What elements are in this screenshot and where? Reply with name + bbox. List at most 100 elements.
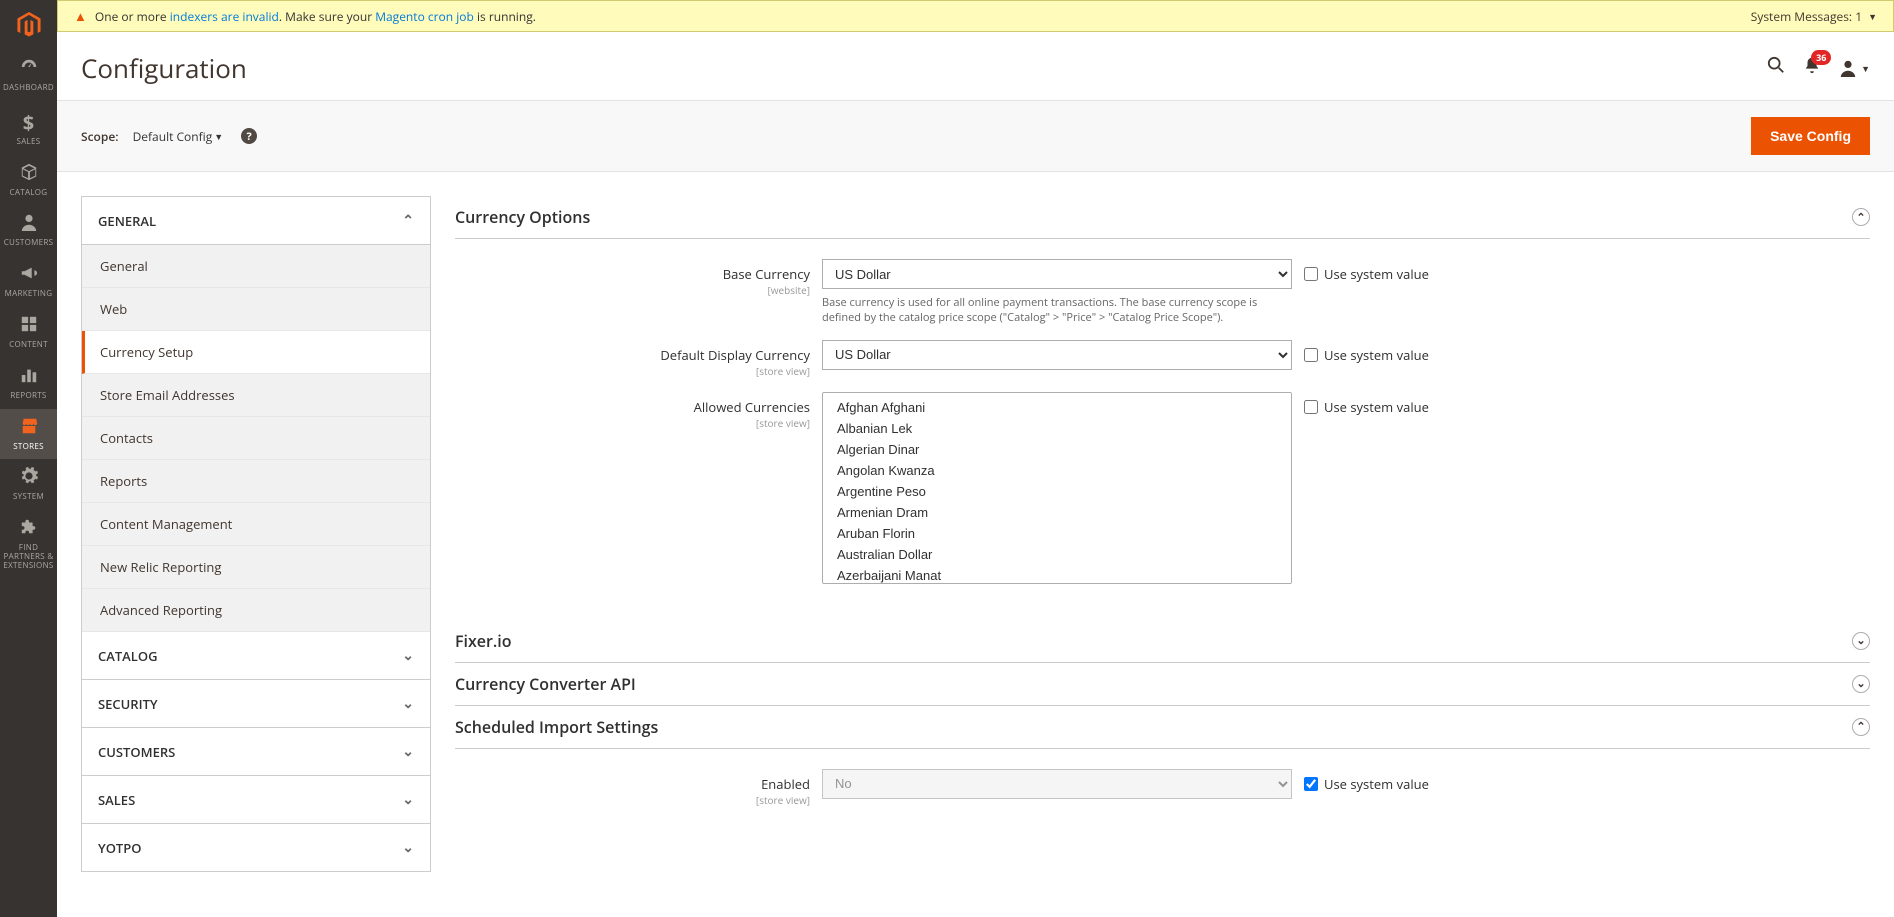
- group-currency-options-header[interactable]: Currency Options ⌃: [455, 196, 1870, 239]
- currency-option[interactable]: Australian Dollar: [823, 544, 1291, 565]
- nav-item-dashboard[interactable]: DASHBOARD: [0, 50, 57, 101]
- config-tab-currency-setup[interactable]: Currency Setup: [82, 331, 430, 374]
- use-system-checkbox-base[interactable]: [1304, 267, 1318, 281]
- scope-selector[interactable]: Default Config ▼: [133, 128, 224, 145]
- nav-item-marketing[interactable]: MARKETING: [0, 256, 57, 307]
- use-system-label: Use system value: [1324, 265, 1429, 283]
- nav-label: CONTENT: [2, 341, 55, 350]
- nav-label: FIND PARTNERS & EXTENSIONS: [2, 544, 55, 570]
- scope-label: Scope:: [81, 128, 119, 145]
- nav-label: DASHBOARD: [2, 84, 55, 93]
- config-tab-store-email-addresses[interactable]: Store Email Addresses: [82, 374, 430, 417]
- nav-item-sales[interactable]: $SALES: [0, 101, 57, 155]
- system-messages-count[interactable]: System Messages: 1: [1751, 8, 1862, 25]
- chevron-up-icon: ⌃: [402, 211, 414, 230]
- config-tab-new-relic-reporting[interactable]: New Relic Reporting: [82, 546, 430, 589]
- config-section-yotpo[interactable]: YOTPO⌄: [81, 824, 431, 872]
- person-icon: [2, 213, 55, 237]
- nav-item-find-partners-extensions[interactable]: FIND PARTNERS & EXTENSIONS: [0, 510, 57, 578]
- user-menu[interactable]: ▼: [1839, 59, 1870, 77]
- field-default-display-currency: Default Display Currency [store view] US…: [455, 340, 1870, 378]
- allowed-currencies-select[interactable]: Afghan AfghaniAlbanian LekAlgerian Dinar…: [822, 392, 1292, 584]
- blocks-icon: [2, 315, 55, 339]
- section-title: GENERAL: [98, 212, 156, 230]
- currency-option[interactable]: Armenian Dram: [823, 502, 1291, 523]
- indexers-link[interactable]: indexers are invalid: [170, 8, 279, 25]
- field-scope: [store view]: [455, 416, 810, 430]
- field-scheduled-enabled: Enabled [store view] No Use system value: [455, 769, 1870, 807]
- scope-bar: Scope: Default Config ▼ ? Save Config: [57, 100, 1894, 172]
- nav-label: REPORTS: [2, 392, 55, 401]
- store-icon: [2, 417, 55, 441]
- text: One or more: [95, 8, 170, 25]
- text: is running.: [474, 8, 536, 25]
- use-system-checkbox-allowed[interactable]: [1304, 400, 1318, 414]
- group-title-text: Fixer.io: [455, 630, 1852, 652]
- nav-item-system[interactable]: SYSTEM: [0, 459, 57, 510]
- config-tab-advanced-reporting[interactable]: Advanced Reporting: [82, 589, 430, 632]
- config-tab-content-management[interactable]: Content Management: [82, 503, 430, 546]
- config-section-sales[interactable]: SALES⌄: [81, 776, 431, 824]
- use-system-checkbox-display[interactable]: [1304, 348, 1318, 362]
- currency-option[interactable]: Angolan Kwanza: [823, 460, 1291, 481]
- nav-item-content[interactable]: CONTENT: [0, 307, 57, 358]
- currency-option[interactable]: Azerbaijani Manat: [823, 565, 1291, 584]
- field-allowed-currencies: Allowed Currencies [store view] Afghan A…: [455, 392, 1870, 584]
- use-system-label: Use system value: [1324, 775, 1429, 793]
- magento-logo[interactable]: [0, 0, 57, 50]
- help-icon[interactable]: ?: [241, 128, 257, 144]
- section-title: CATALOG: [98, 647, 158, 665]
- config-section-general[interactable]: GENERAL ⌃: [81, 196, 431, 245]
- warning-icon: ▲: [74, 7, 87, 25]
- nav-label: SALES: [2, 138, 55, 147]
- chevron-down-icon: ⌄: [402, 742, 414, 761]
- nav-label: CATALOG: [2, 189, 55, 198]
- cron-job-link[interactable]: Magento cron job: [375, 8, 474, 25]
- text: . Make sure your: [279, 8, 375, 25]
- expand-down-icon: ⌄: [1852, 675, 1870, 693]
- section-title: SALES: [98, 791, 135, 809]
- group-scheduled-import-header[interactable]: Scheduled Import Settings ⌃: [455, 706, 1870, 749]
- chevron-down-icon: ⌄: [402, 838, 414, 857]
- scheduled-enabled-select: No: [822, 769, 1292, 799]
- dashboard-icon: [2, 58, 55, 82]
- gear-icon: [2, 467, 55, 491]
- config-tab-general[interactable]: General: [82, 245, 430, 288]
- field-base-currency: Base Currency [website] US Dollar Base c…: [455, 259, 1870, 326]
- search-icon[interactable]: [1767, 56, 1785, 80]
- nav-item-reports[interactable]: REPORTS: [0, 358, 57, 409]
- config-section-catalog[interactable]: CATALOG⌄: [81, 632, 431, 680]
- nav-item-stores[interactable]: STORES: [0, 409, 57, 460]
- currency-option[interactable]: Afghan Afghani: [823, 397, 1291, 418]
- text: System Messages:: [1751, 8, 1852, 25]
- group-currency-options-body: Base Currency [website] US Dollar Base c…: [455, 239, 1870, 606]
- page-title: Configuration: [81, 50, 1767, 86]
- chevron-down-icon: ▼: [214, 130, 223, 143]
- default-display-currency-select[interactable]: US Dollar: [822, 340, 1292, 370]
- config-tab-web[interactable]: Web: [82, 288, 430, 331]
- currency-option[interactable]: Aruban Florin: [823, 523, 1291, 544]
- config-tab-reports[interactable]: Reports: [82, 460, 430, 503]
- currency-option[interactable]: Albanian Lek: [823, 418, 1291, 439]
- notifications-icon[interactable]: 36: [1803, 56, 1821, 80]
- use-system-checkbox-sched[interactable]: [1304, 777, 1318, 791]
- config-section-customers[interactable]: CUSTOMERS⌄: [81, 728, 431, 776]
- nav-item-catalog[interactable]: CATALOG: [0, 155, 57, 206]
- config-tab-contacts[interactable]: Contacts: [82, 417, 430, 460]
- box-icon: [2, 163, 55, 187]
- group-title-text: Scheduled Import Settings: [455, 716, 1852, 738]
- group-fixer-io-header[interactable]: Fixer.io ⌄: [455, 620, 1870, 663]
- nav-item-customers[interactable]: CUSTOMERS: [0, 205, 57, 256]
- currency-option[interactable]: Argentine Peso: [823, 481, 1291, 502]
- group-title-text: Currency Converter API: [455, 673, 1852, 695]
- chevron-down-icon: ▼: [1861, 62, 1870, 75]
- currency-option[interactable]: Algerian Dinar: [823, 439, 1291, 460]
- collapse-up-icon: ⌃: [1852, 208, 1870, 226]
- field-label: Base Currency: [723, 265, 810, 283]
- chevron-down-icon[interactable]: ▼: [1868, 10, 1877, 23]
- field-label: Default Display Currency: [660, 346, 810, 364]
- config-section-security[interactable]: SECURITY⌄: [81, 680, 431, 728]
- group-currency-converter-api-header[interactable]: Currency Converter API ⌄: [455, 663, 1870, 706]
- base-currency-select[interactable]: US Dollar: [822, 259, 1292, 289]
- save-config-button[interactable]: Save Config: [1751, 117, 1870, 155]
